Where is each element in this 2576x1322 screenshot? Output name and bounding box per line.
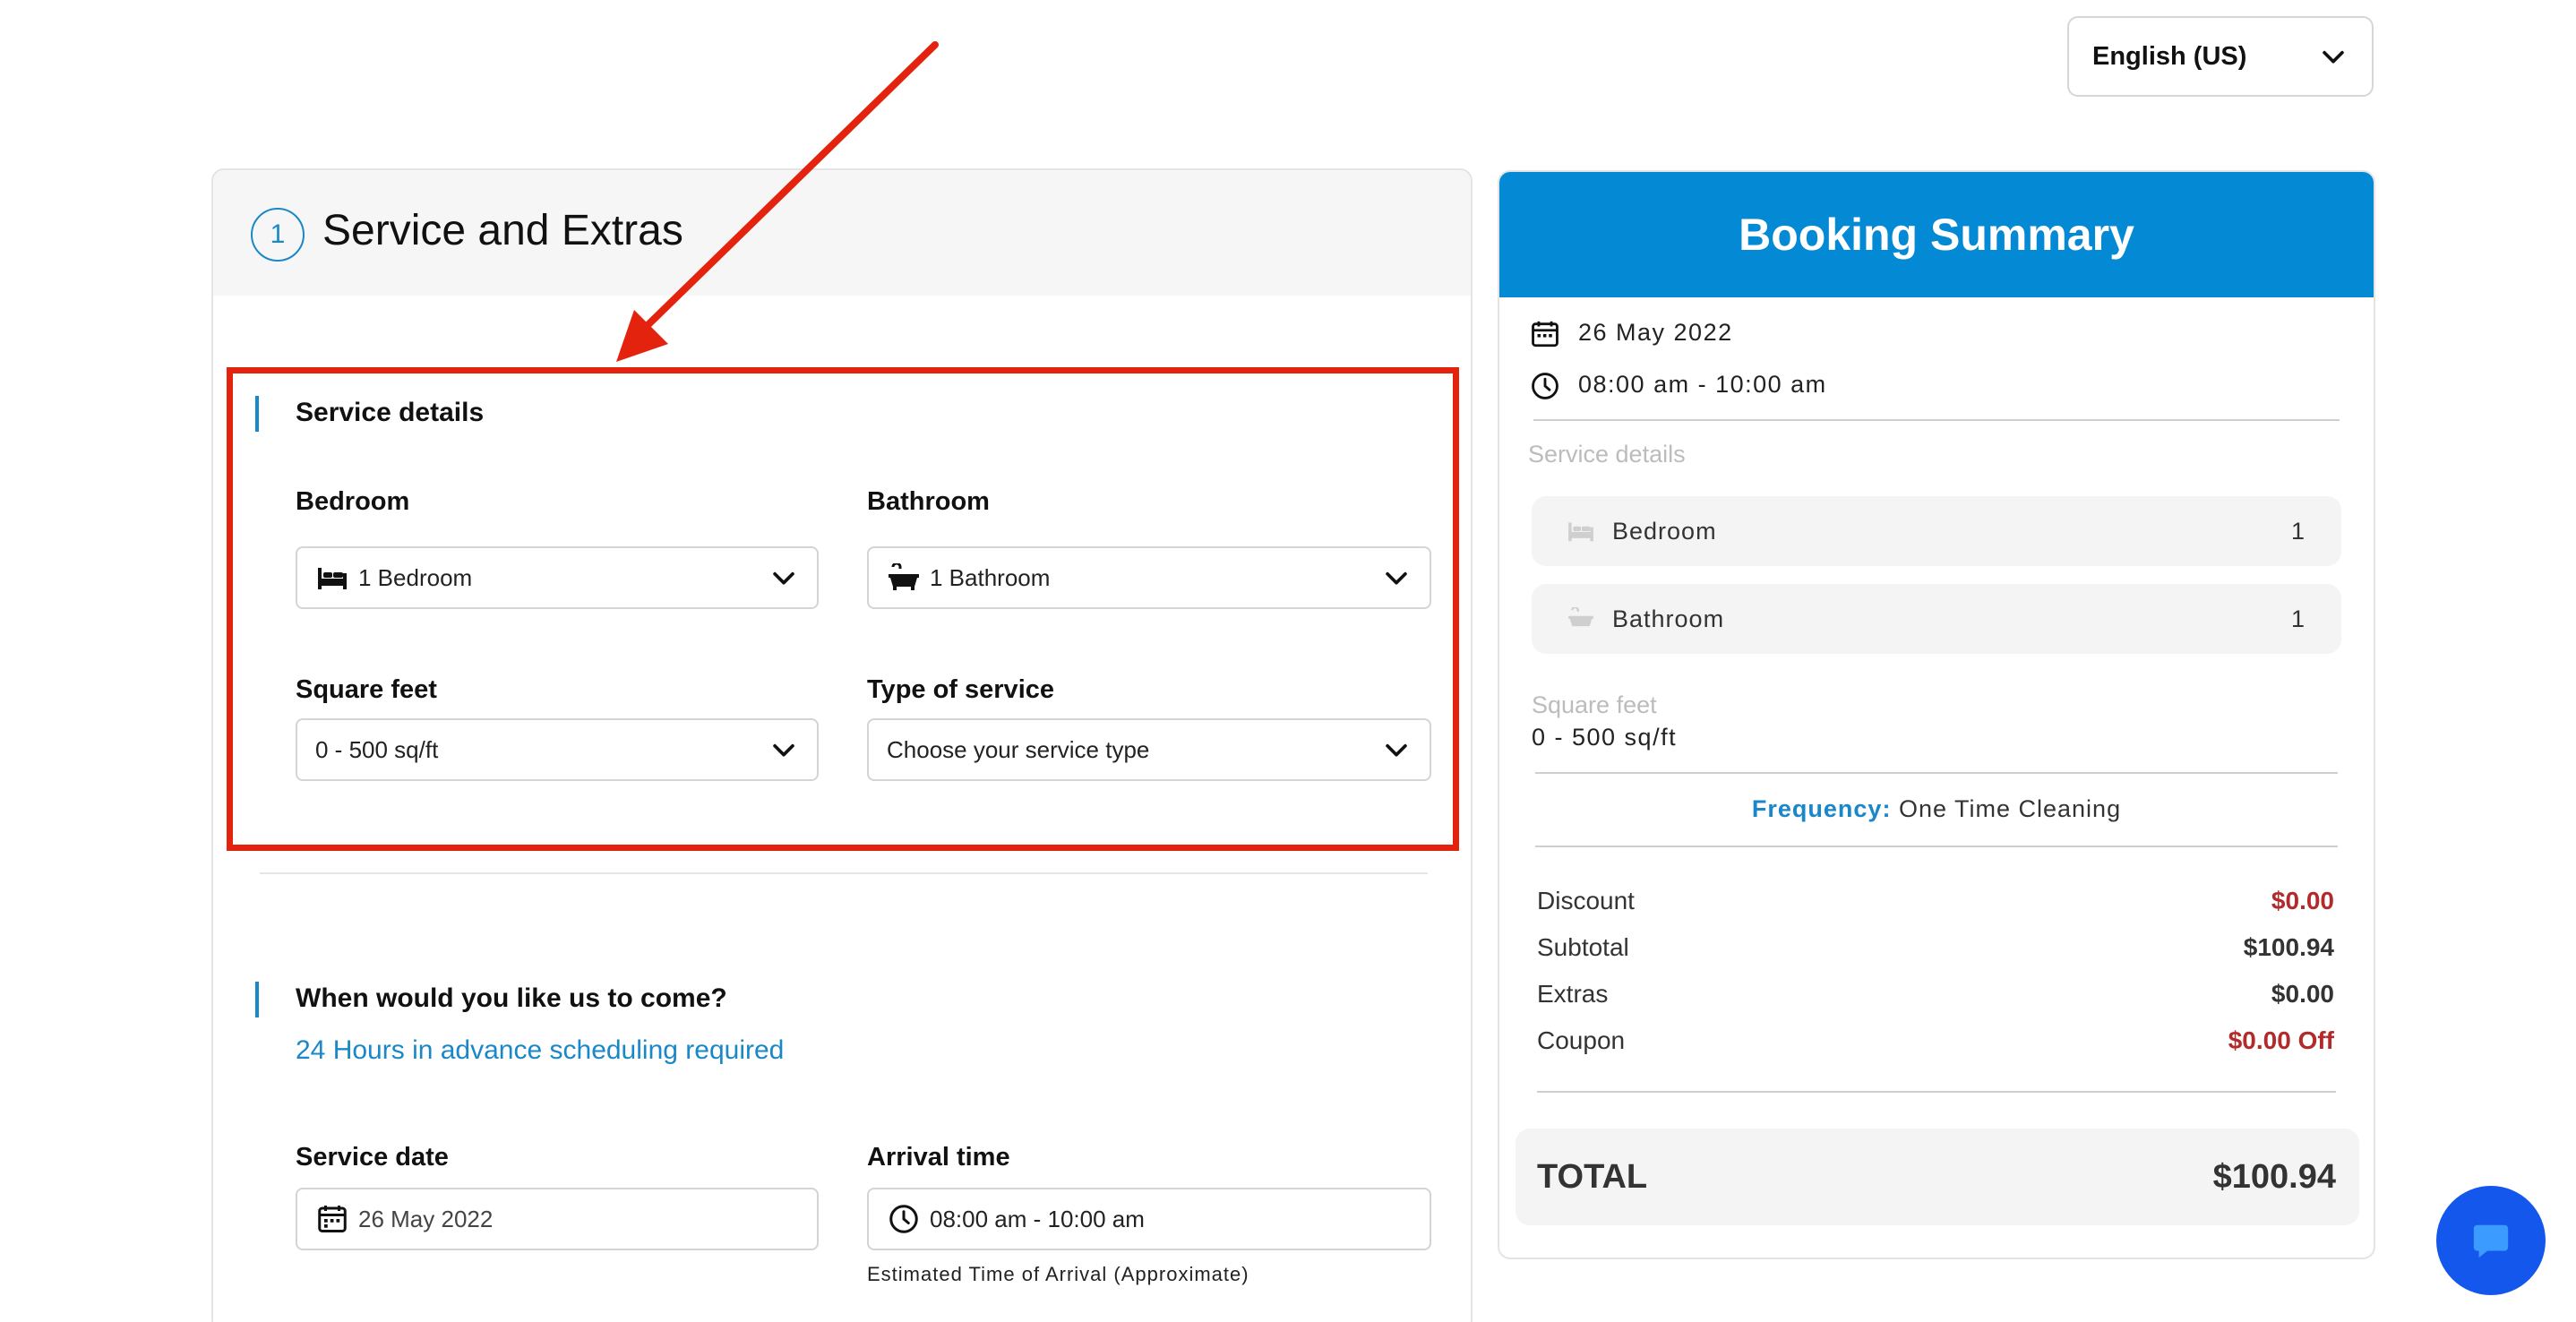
coupon-value: $0.00 Off xyxy=(2228,1026,2334,1054)
summary-square-feet-value: 0 - 500 sq/ft xyxy=(1532,724,1678,751)
discount-row: Discount $0.00 xyxy=(1537,887,2334,915)
extras-row: Extras $0.00 xyxy=(1537,980,2334,1009)
frequency-value: One Time Cleaning xyxy=(1898,795,2122,822)
bathtub-icon xyxy=(1568,607,1593,627)
coupon-label: Coupon xyxy=(1537,1026,1626,1054)
summary-divider xyxy=(1535,772,2338,774)
discount-label: Discount xyxy=(1537,887,1635,914)
language-select-value: English (US) xyxy=(2092,41,2247,71)
summary-bathroom-row: Bathroom 1 xyxy=(1532,584,2341,654)
summary-bedroom-label: Bedroom xyxy=(1612,517,1717,545)
summary-frequency: Frequency: One Time Cleaning xyxy=(1499,795,2374,823)
annotation-highlight-box xyxy=(227,367,1459,851)
summary-square-feet-label: Square feet xyxy=(1532,691,1657,718)
chevron-down-icon xyxy=(2323,50,2344,64)
extras-value: $0.00 xyxy=(2271,980,2334,1008)
calendar-icon xyxy=(1532,321,1558,348)
arrival-time-input[interactable]: 08:00 am - 10:00 am xyxy=(867,1188,1431,1250)
chat-button[interactable] xyxy=(2436,1186,2546,1295)
frequency-label: Frequency: xyxy=(1751,795,1892,822)
summary-divider xyxy=(1533,419,2340,421)
total-row: TOTAL $100.94 xyxy=(1516,1129,2359,1225)
bed-icon xyxy=(1568,522,1593,542)
step-title: Service and Extras xyxy=(322,207,683,254)
summary-divider xyxy=(1537,1091,2336,1093)
service-date-input[interactable]: 26 May 2022 xyxy=(296,1188,819,1250)
service-date-label: Service date xyxy=(296,1143,449,1172)
subtotal-value: $100.94 xyxy=(2243,933,2334,961)
scheduling-hint: 24 Hours in advance scheduling required xyxy=(296,1035,785,1065)
summary-time: 08:00 am - 10:00 am xyxy=(1578,371,1827,398)
coupon-row: Coupon $0.00 Off xyxy=(1537,1026,2334,1055)
chat-bubble-icon xyxy=(2473,1224,2509,1258)
clock-icon xyxy=(1532,373,1558,399)
arrival-time-note: Estimated Time of Arrival (Approximate) xyxy=(867,1263,1249,1285)
summary-bathroom-label: Bathroom xyxy=(1612,605,1725,632)
summary-bathroom-count: 1 xyxy=(2290,605,2306,632)
section-divider xyxy=(260,872,1428,874)
total-label: TOTAL xyxy=(1537,1157,1648,1196)
service-date-value: 26 May 2022 xyxy=(358,1205,494,1232)
summary-bedroom-count: 1 xyxy=(2290,517,2306,545)
arrival-time-value: 08:00 am - 10:00 am xyxy=(930,1205,1145,1232)
subtotal-row: Subtotal $100.94 xyxy=(1537,933,2334,962)
arrival-time-label: Arrival time xyxy=(867,1143,1010,1172)
schedule-title: When would you like us to come? xyxy=(296,983,727,1013)
section-accent-bar xyxy=(255,982,259,1017)
step-number: 1 xyxy=(251,208,305,262)
discount-value: $0.00 xyxy=(2271,887,2334,914)
summary-divider xyxy=(1535,846,2338,847)
extras-label: Extras xyxy=(1537,980,1609,1008)
summary-date: 26 May 2022 xyxy=(1578,319,1733,346)
subtotal-label: Subtotal xyxy=(1537,933,1629,961)
total-value: $100.94 xyxy=(2212,1157,2336,1196)
language-select[interactable]: English (US) xyxy=(2067,16,2374,97)
summary-bedroom-row: Bedroom 1 xyxy=(1532,496,2341,566)
calendar-icon xyxy=(315,1202,349,1236)
summary-service-details-label: Service details xyxy=(1528,441,1686,468)
booking-summary-title: Booking Summary xyxy=(1499,172,2374,297)
clock-icon xyxy=(887,1202,921,1236)
